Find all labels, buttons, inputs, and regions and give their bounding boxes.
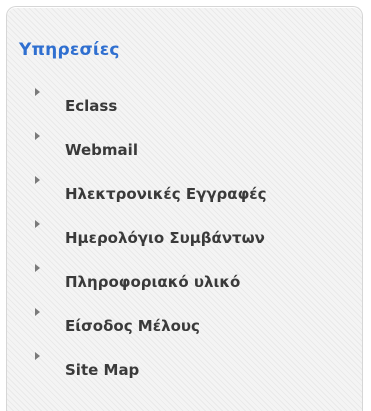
menu-item-label[interactable]: Πληροφοριακό υλικό bbox=[65, 273, 240, 291]
triangle-right-icon bbox=[35, 132, 40, 140]
menu-item-eclass[interactable]: Eclass bbox=[25, 85, 355, 129]
triangle-right-icon bbox=[35, 176, 40, 184]
menu-item-label[interactable]: Ημερολόγιο Συμβάντων bbox=[65, 229, 265, 247]
triangle-right-icon bbox=[35, 352, 40, 360]
menu-item-electronic-registrations[interactable]: Ηλεκτρονικές Εγγραφές bbox=[25, 173, 355, 217]
menu-item-label[interactable]: Site Map bbox=[65, 361, 139, 379]
menu-item-label[interactable]: Είσοδος Μέλους bbox=[65, 317, 200, 335]
triangle-right-icon bbox=[35, 308, 40, 316]
triangle-right-icon bbox=[35, 220, 40, 228]
services-panel: Υπηρεσίες Eclass Webmail Ηλεκτρονικές Εγ… bbox=[6, 6, 363, 411]
menu-item-webmail[interactable]: Webmail bbox=[25, 129, 355, 173]
menu-item-label[interactable]: Ηλεκτρονικές Εγγραφές bbox=[65, 185, 267, 203]
menu-item-information-material[interactable]: Πληροφοριακό υλικό bbox=[25, 261, 355, 305]
menu-item-events-calendar[interactable]: Ημερολόγιο Συμβάντων bbox=[25, 217, 355, 261]
menu-item-label[interactable]: Eclass bbox=[65, 97, 117, 115]
panel-title: Υπηρεσίες bbox=[19, 40, 120, 60]
menu-item-site-map[interactable]: Site Map bbox=[25, 349, 355, 393]
menu-item-label[interactable]: Webmail bbox=[65, 141, 138, 159]
triangle-right-icon bbox=[35, 88, 40, 96]
triangle-right-icon bbox=[35, 264, 40, 272]
menu-item-member-login[interactable]: Είσοδος Μέλους bbox=[25, 305, 355, 349]
services-menu: Eclass Webmail Ηλεκτρονικές Εγγραφές Ημε… bbox=[25, 85, 355, 393]
